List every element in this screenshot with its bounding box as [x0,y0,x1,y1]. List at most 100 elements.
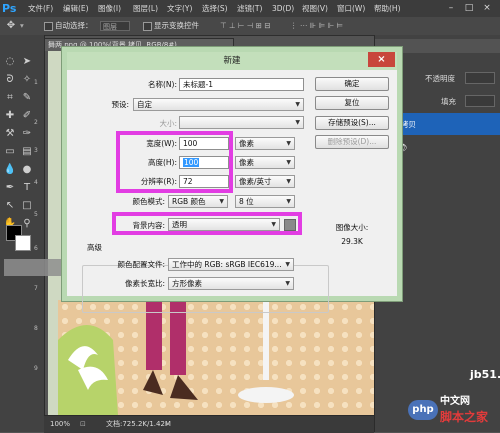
ruler-number: 7 [34,285,38,292]
delete-preset-button[interactable]: 删除预设(D)... [315,135,389,149]
chevron-down-icon[interactable]: ▾ [20,17,24,35]
dialog-titlebar: 新建 × [67,52,397,70]
color-profile-value: 工作中的 RGB: sRGB IEC619... [172,260,282,269]
bit-depth-select[interactable]: 8 位 ▼ [235,195,295,208]
preset-label: 预设: [111,100,129,109]
resolution-input[interactable]: 72 [179,175,229,188]
photoshop-logo-icon: Ps [2,2,17,15]
move-arrow-icon[interactable]: ➤ [20,55,34,69]
width-unit-select[interactable]: 像素 ▼ [235,137,295,150]
width-input[interactable]: 100 [179,137,229,150]
menu-filter[interactable]: 滤镜(T) [237,0,262,17]
ruler-number: 4 [34,179,38,186]
chevron-down-icon: ▼ [286,178,291,185]
magic-wand-icon[interactable]: ✧ [20,73,34,87]
fill-label: 填充 [441,97,456,106]
save-preset-button[interactable]: 存储预设(S)... [315,116,389,130]
background-color-preview [284,219,296,231]
gradient-tool-icon[interactable]: ▤ [20,145,34,159]
color-profile-select[interactable]: 工作中的 RGB: sRGB IEC619... ▼ [168,258,294,271]
menu-select[interactable]: 选择(S) [202,0,228,17]
pixel-aspect-label: 像素长宽比: [124,279,165,288]
path-select-icon[interactable]: ↖ [3,199,17,213]
history-brush-icon[interactable]: ✑ [20,127,34,141]
chevron-down-icon: ▼ [286,159,291,166]
maximize-button[interactable]: □ [462,2,476,14]
advanced-label: 高级 [87,243,102,252]
menu-help[interactable]: 帮助(H) [374,0,401,17]
fill-input[interactable] [465,95,495,107]
pixel-aspect-select[interactable]: 方形像素 ▼ [168,277,294,290]
zoom-tool-icon[interactable]: ⚲ [20,217,34,231]
zoom-level[interactable]: 100% [50,416,70,433]
height-value: 100 [183,158,200,167]
opacity-input[interactable] [465,72,495,84]
auto-select-dropdown[interactable]: 图层 [100,21,130,31]
color-mode-value: RGB 颜色 [172,197,206,206]
resolution-unit-select[interactable]: 像素/英寸 ▼ [235,175,295,188]
color-mode-label: 颜色模式: [132,197,165,206]
chevron-down-icon: ▼ [285,280,290,287]
chevron-down-icon: ▼ [285,261,290,268]
reset-button[interactable]: 复位 [315,96,389,110]
menu-view[interactable]: 视图(V) [302,0,328,17]
name-input[interactable]: 未标题-1 [179,78,304,91]
color-mode-select[interactable]: RGB 颜色 ▼ [168,195,228,208]
shape-tool-icon[interactable]: □ [20,199,34,213]
menu-image[interactable]: 图像(I) [98,0,121,17]
ruler-number: 6 [34,245,38,252]
close-window-button[interactable]: × [480,2,494,14]
close-icon[interactable]: × [368,52,395,67]
blur-tool-icon[interactable]: 💧 [3,163,17,177]
pen-tool-icon[interactable]: ✒ [3,181,17,195]
chevron-down-icon: ▼ [286,140,291,147]
height-input[interactable]: 100 [179,156,229,169]
export-icon[interactable]: ⊡ [80,416,86,433]
menu-file[interactable]: 文件(F) [28,0,53,17]
background-color-swatch[interactable] [15,235,31,251]
menu-layer[interactable]: 图层(L) [133,0,158,17]
auto-select-checkbox[interactable] [44,22,53,31]
height-label: 高度(H): [147,158,177,167]
watermark-url: jb51.net [470,368,500,381]
resolution-label: 分辨率(R): [140,177,177,186]
menu-edit[interactable]: 编辑(E) [63,0,89,17]
menu-bar: Ps 文件(F) 编辑(E) 图像(I) 图层(L) 文字(Y) 选择(S) 滤… [0,0,500,18]
minimize-button[interactable]: – [444,2,458,14]
menu-type[interactable]: 文字(Y) [167,0,192,17]
preset-select[interactable]: 自定 ▼ [133,98,304,111]
doc-size[interactable]: 文档:725.2K/1.42M [106,416,171,433]
move-tool-icon[interactable]: ✥ [4,19,18,33]
watermark-brand: 脚本之家 [440,410,489,424]
distribute-icons[interactable]: ⋮ ⋯ ⊪ ⊫ ⊩ ⊨ [290,17,343,35]
clone-stamp-icon[interactable]: ⚒ [3,127,17,141]
new-document-dialog: 新建 × 名称(N): 未标题-1 预设: 自定 ▼ 大小: ▼ 宽度(W): 1… [62,47,402,313]
brush-tool-icon[interactable]: ✐ [20,109,34,123]
chevron-right-icon[interactable]: ▸ [166,416,170,433]
dodge-tool-icon[interactable]: ● [20,163,34,177]
background-select[interactable]: 透明 ▼ [168,218,280,231]
size-label: 大小: [159,119,177,128]
crop-tool-icon[interactable]: ⌗ [3,91,17,105]
eraser-tool-icon[interactable]: ▭ [3,145,17,159]
type-tool-icon[interactable]: T [20,181,34,195]
ruler-number: 5 [34,211,38,218]
menu-3d[interactable]: 3D(D) [272,0,294,17]
size-select: ▼ [179,116,304,129]
dialog-title: 新建 [223,56,241,66]
healing-brush-icon[interactable]: ✚ [3,109,17,123]
pixel-aspect-value: 方形像素 [172,279,202,288]
eyedropper-icon[interactable]: ✎ [20,91,34,105]
tools-panel: ◌ ➤ ᘐ ✧ ⌗ ✎ ✚ ✐ ⚒ ✑ ▭ ▤ 💧 ● ✒ T ↖ □ ✋ ⚲ … [0,35,45,432]
height-unit-select[interactable]: 像素 ▼ [235,156,295,169]
ruler-number: 8 [34,325,38,332]
php-badge: php [408,400,438,420]
lasso-tool-icon[interactable]: ᘐ [3,73,17,87]
ok-button[interactable]: 确定 [315,77,389,91]
image-size-label: 图像大小: [335,223,369,232]
menu-window[interactable]: 窗口(W) [337,0,365,17]
align-icons[interactable]: ⊤ ⊥ ⊢ ⊣ ⊞ ⊟ [220,17,271,35]
marquee-tool-icon[interactable]: ◌ [3,55,17,69]
ruler-number: 2 [34,119,38,126]
show-transform-checkbox[interactable] [143,22,152,31]
